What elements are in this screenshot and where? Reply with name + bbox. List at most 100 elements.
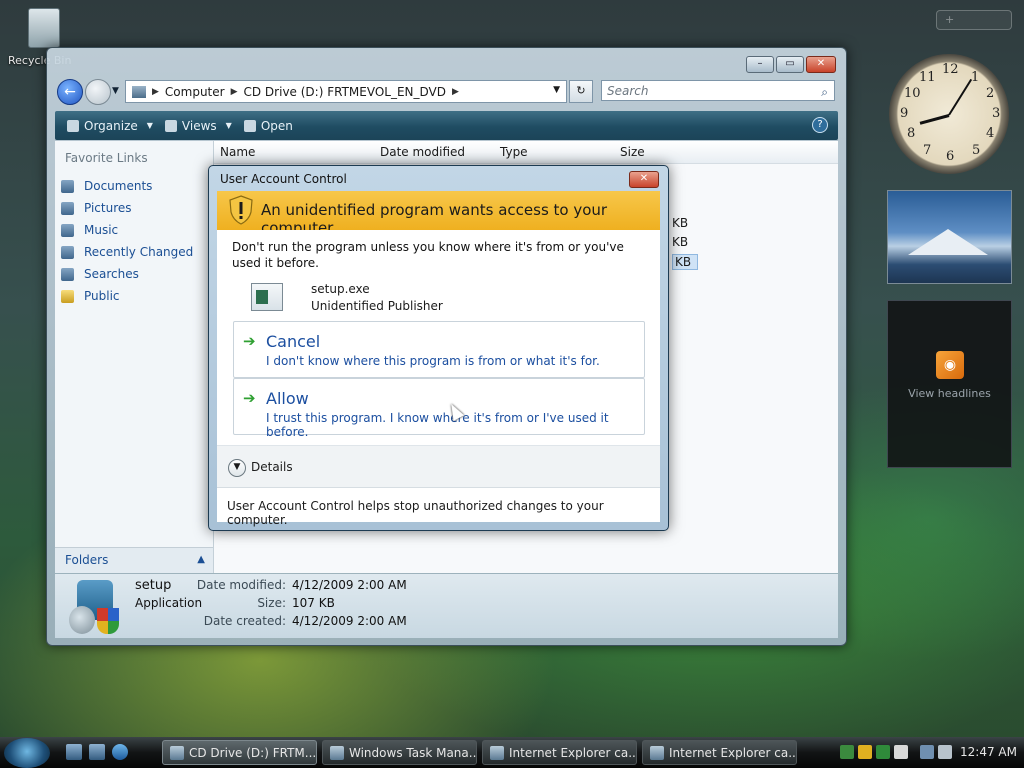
clock-numeral: 8	[907, 126, 916, 141]
column-type[interactable]: Type	[500, 145, 528, 159]
tray-shield-icon[interactable]	[894, 745, 908, 759]
clock-numeral: 6	[946, 149, 955, 164]
favorite-link-documents[interactable]: Documents	[61, 175, 193, 197]
sidebar-add-gadget-button[interactable]: +	[936, 10, 1012, 30]
breadcrumb-arrow-icon[interactable]: ▶	[452, 87, 459, 97]
allow-option-button[interactable]: ➔ Allow I trust this program. I know whe…	[233, 378, 645, 439]
favorite-link-searches[interactable]: Searches	[61, 263, 193, 285]
uac-footer: User Account Control helps stop unauthor…	[217, 487, 660, 527]
close-button[interactable]: ✕	[806, 56, 836, 73]
network-icon[interactable]	[920, 745, 934, 759]
column-name[interactable]: Name	[220, 145, 255, 159]
favorite-link-recently-changed[interactable]: Recently Changed	[61, 241, 193, 263]
file-size-cell-selected[interactable]: KB	[672, 254, 699, 270]
details-file-name: setup	[135, 578, 172, 593]
organize-icon	[67, 119, 79, 132]
chevron-down-icon: ▼	[225, 121, 232, 130]
slideshow-gadget[interactable]	[887, 190, 1012, 284]
details-expander[interactable]: ▼ Details	[217, 445, 660, 488]
public-folder-icon	[61, 289, 74, 303]
recent-pages-dropdown[interactable]: ▼	[112, 86, 119, 96]
link-label: Documents	[84, 179, 153, 193]
breadcrumb-arrow-icon[interactable]: ▶	[152, 87, 159, 97]
folders-toggle[interactable]: Folders ▲	[55, 547, 213, 573]
link-label: Searches	[84, 267, 139, 281]
help-icon[interactable]: ?	[812, 117, 828, 133]
start-button[interactable]	[4, 738, 50, 768]
tray-app-icon[interactable]	[840, 745, 854, 759]
chevron-down-icon[interactable]: ▼	[228, 459, 246, 477]
volume-icon[interactable]	[938, 745, 952, 759]
clock-numeral: 2	[986, 86, 995, 101]
music-icon	[61, 223, 74, 237]
details-label[interactable]: Details	[251, 460, 293, 474]
computer-icon	[132, 85, 146, 98]
taskbar-item-task-manager[interactable]: Windows Task Mana...	[322, 740, 477, 765]
address-bar[interactable]: ▶ Computer ▶ CD Drive (D:) FRTMEVOL_EN_D…	[125, 80, 567, 103]
file-size-cell: KB	[672, 235, 689, 249]
uac-close-button[interactable]: ✕	[629, 171, 659, 188]
clock-numeral: 5	[972, 143, 981, 158]
link-label: Recently Changed	[84, 245, 194, 259]
window-controls: – ▭ ✕	[746, 56, 836, 73]
folder-icon	[170, 746, 184, 760]
clock-gadget[interactable]: 12 1 2 3 4 5 6 7 8 9 10 11	[889, 54, 1009, 174]
breadcrumb-computer[interactable]: Computer	[165, 85, 225, 99]
clock-numeral: 7	[923, 143, 932, 158]
favorite-link-music[interactable]: Music	[61, 219, 193, 241]
organize-button[interactable]: Organize ▼	[67, 119, 153, 133]
tray-security-icon[interactable]	[858, 745, 872, 759]
recycle-bin-icon	[28, 8, 60, 48]
program-name: setup.exe	[311, 282, 370, 296]
taskbar-item-internet-explorer-2[interactable]: Internet Explorer ca...	[642, 740, 797, 765]
back-button[interactable]: ←	[57, 79, 83, 105]
details-size-value: 107 KB	[292, 596, 335, 610]
clock-minute-hand	[948, 78, 973, 116]
column-date-modified[interactable]: Date modified	[380, 145, 465, 159]
system-tray: 12:47 AM	[834, 740, 1022, 765]
cancel-option-button[interactable]: ➔ Cancel I don't know where this program…	[233, 321, 645, 378]
view-headlines-label[interactable]: View headlines	[888, 387, 1011, 400]
search-icon[interactable]: ⌕	[821, 82, 828, 102]
column-size[interactable]: Size	[620, 145, 645, 159]
feed-headlines-gadget[interactable]: ◉ View headlines	[887, 300, 1012, 468]
internet-explorer-icon	[490, 746, 504, 760]
documents-icon	[61, 179, 74, 193]
task-label: CD Drive (D:) FRTM...	[189, 746, 317, 760]
address-dropdown-icon[interactable]: ▼	[553, 85, 560, 95]
recently-changed-icon	[61, 245, 74, 259]
maximize-button[interactable]: ▭	[776, 56, 804, 73]
internet-explorer-icon[interactable]	[112, 744, 128, 760]
program-publisher: Unidentified Publisher	[311, 299, 443, 313]
uac-dialog: User Account Control ✕ An unidentified p…	[208, 165, 669, 531]
clock-numeral: 4	[986, 126, 995, 141]
taskbar-item-internet-explorer-1[interactable]: Internet Explorer ca...	[482, 740, 637, 765]
refresh-button[interactable]: ↻	[569, 80, 593, 103]
breadcrumb-arrow-icon[interactable]: ▶	[231, 87, 238, 97]
search-input[interactable]: Search ⌕	[601, 80, 835, 101]
organize-label: Organize	[84, 118, 138, 133]
taskbar-clock[interactable]: 12:47 AM	[960, 745, 1017, 759]
breadcrumb-cd-drive[interactable]: CD Drive (D:) FRTMEVOL_EN_DVD	[244, 85, 447, 99]
show-desktop-icon[interactable]	[66, 744, 82, 760]
folders-label: Folders	[65, 553, 109, 567]
favorite-links-list: Documents Pictures Music Recently Change…	[61, 175, 193, 307]
favorite-link-public[interactable]: Public	[61, 285, 193, 307]
minimize-button[interactable]: –	[746, 56, 774, 73]
forward-button[interactable]	[85, 79, 111, 105]
taskbar-item-cd-drive[interactable]: CD Drive (D:) FRTM...	[162, 740, 317, 765]
details-pane: setup Application Date modified: 4/12/20…	[55, 574, 838, 638]
views-button[interactable]: Views ▼	[164, 119, 232, 133]
warning-shield-icon	[229, 195, 253, 225]
switch-windows-icon[interactable]	[89, 744, 105, 760]
program-icon	[251, 283, 283, 311]
tray-update-icon[interactable]	[876, 745, 890, 759]
task-label: Windows Task Mana...	[349, 746, 477, 760]
open-button[interactable]: Open	[243, 119, 293, 133]
uac-body: Don't run the program unless you know wh…	[217, 230, 660, 445]
task-label: Internet Explorer ca...	[509, 746, 637, 760]
favorite-link-pictures[interactable]: Pictures	[61, 197, 193, 219]
command-toolbar: Organize ▼ Views ▼ Open ?	[55, 111, 838, 140]
details-size-label: Size:	[257, 596, 286, 610]
taskbar: CD Drive (D:) FRTM... Windows Task Mana.…	[0, 737, 1024, 768]
